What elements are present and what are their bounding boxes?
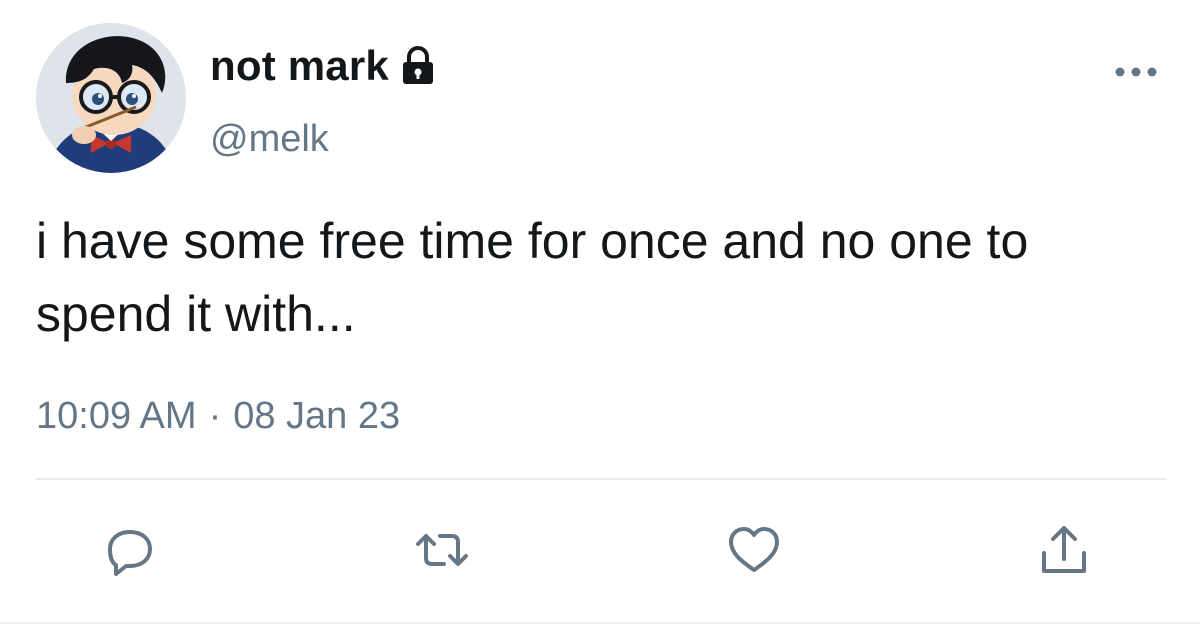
display-name[interactable]: not mark bbox=[210, 42, 389, 90]
tweet-time: 10:09 AM bbox=[36, 395, 197, 437]
more-dots-icon bbox=[1115, 67, 1157, 77]
timestamp-separator: · bbox=[208, 395, 222, 437]
bottom-divider bbox=[0, 622, 1200, 624]
tweet-date: 08 Jan 23 bbox=[233, 395, 401, 437]
reply-icon bbox=[108, 530, 152, 576]
tweet-timestamp[interactable]: 10:09 AM · 08 Jan 23 bbox=[36, 395, 400, 438]
retweet-icon bbox=[416, 534, 468, 566]
divider bbox=[36, 478, 1166, 480]
avatar[interactable] bbox=[36, 23, 186, 173]
avatar-image bbox=[36, 23, 186, 173]
retweet-button[interactable] bbox=[412, 520, 472, 580]
user-header: not mark bbox=[210, 40, 439, 92]
more-options-button[interactable] bbox=[1110, 54, 1162, 90]
tweet-text: i have some free time for once and no on… bbox=[36, 213, 1029, 342]
like-button[interactable] bbox=[724, 520, 784, 580]
lock-icon bbox=[397, 45, 439, 87]
heart-icon bbox=[729, 527, 779, 572]
user-handle[interactable]: @melk bbox=[210, 118, 329, 161]
share-icon bbox=[1042, 526, 1086, 573]
share-button[interactable] bbox=[1034, 520, 1094, 580]
reply-button[interactable] bbox=[100, 520, 160, 580]
